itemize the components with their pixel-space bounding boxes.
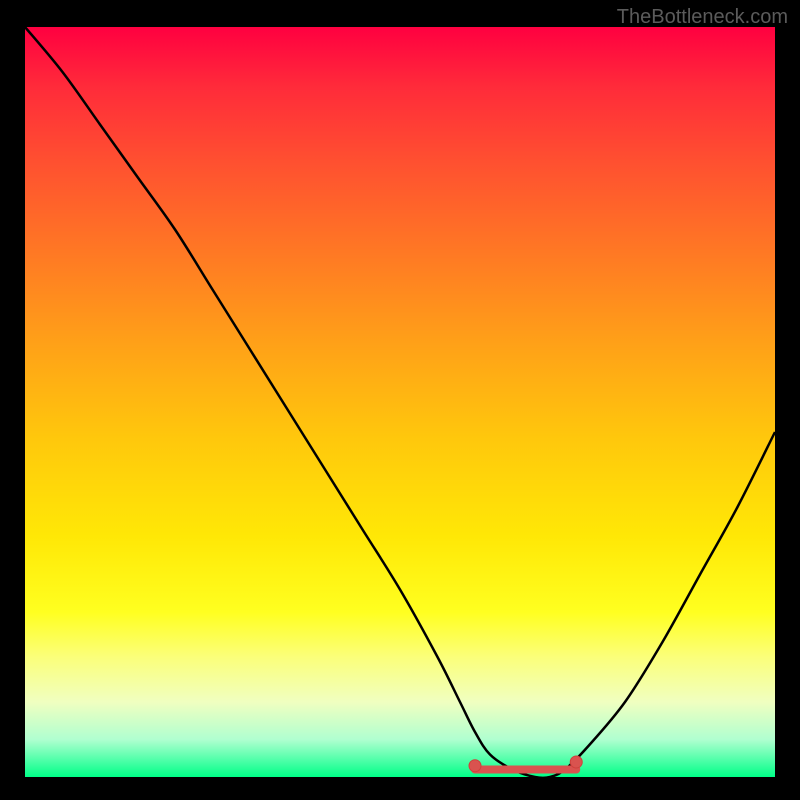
chart-plot-area xyxy=(25,27,775,777)
marker-end xyxy=(570,756,582,768)
curve-line xyxy=(25,27,775,777)
chart-svg xyxy=(25,27,775,777)
marker-start xyxy=(469,760,481,772)
watermark-text: TheBottleneck.com xyxy=(617,6,788,29)
